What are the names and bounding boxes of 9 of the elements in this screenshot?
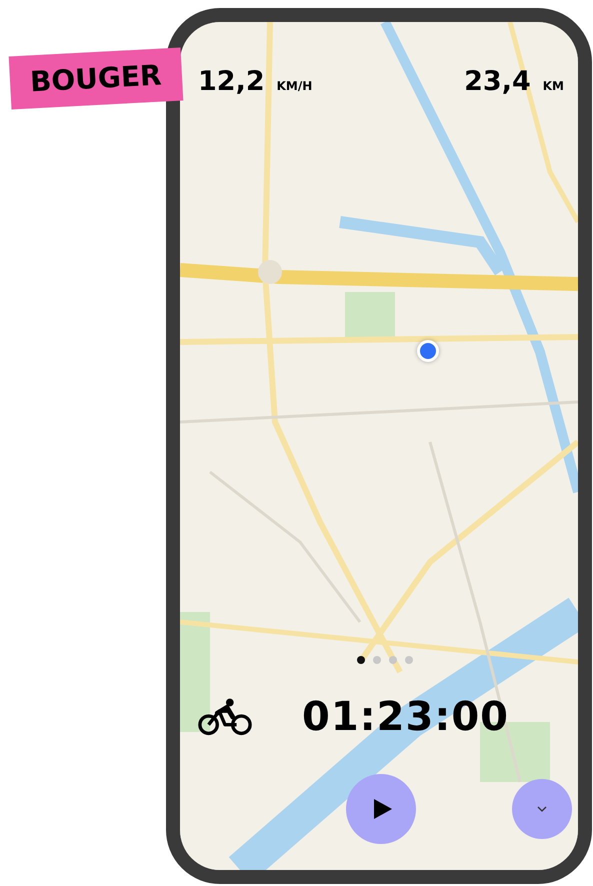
speed-unit: KM/H (276, 79, 312, 93)
bicycle-icon (198, 697, 252, 737)
brand-label: BOUGER (8, 48, 183, 110)
speed-value: 12,2 (198, 66, 265, 97)
distance-value: 23,4 (464, 66, 531, 97)
elapsed-time: 01:23:00 (302, 694, 509, 740)
chevron-down-icon (537, 806, 547, 812)
play-icon (373, 798, 393, 820)
distance-unit: KM (542, 79, 564, 93)
